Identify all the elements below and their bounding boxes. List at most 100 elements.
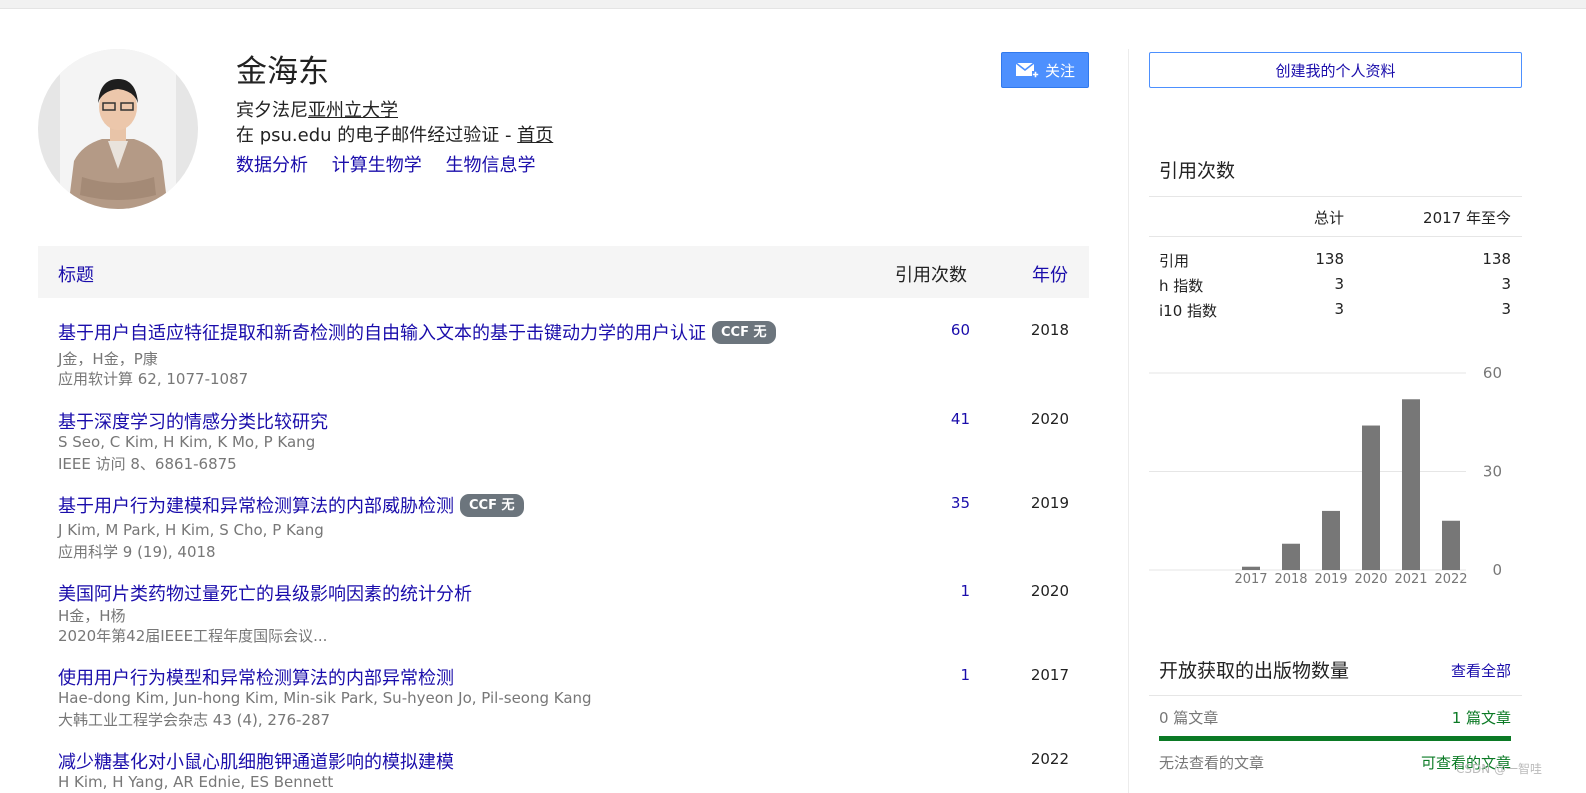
chart-x-tick-label: 2022 (1434, 572, 1467, 587)
publication-venue: 大韩工业工程学会杂志 43 (4), 276-287 (58, 711, 331, 729)
publication-title[interactable]: 基于用户行为建模和异常检测算法的内部威胁检测 (58, 492, 454, 518)
publication-year: 2020 (1030, 410, 1069, 428)
stats-total: 3 (1334, 300, 1344, 318)
stats-since: 3 (1501, 275, 1511, 293)
ccf-badge: CCF 无 (712, 320, 776, 344)
stats-total: 138 (1315, 250, 1344, 268)
chart-bar (1282, 543, 1300, 570)
chart-bar (1322, 510, 1340, 570)
publication-authors: S Seo, C Kim, H Kim, K Mo, P Kang (58, 433, 316, 451)
chart-x-tick-label: 2017 (1234, 572, 1267, 587)
chart-bar (1402, 399, 1420, 570)
follow-button[interactable]: 关注 (1001, 52, 1089, 88)
publication-title-line: 美国阿片类药物过量死亡的县级影响因素的统计分析 (58, 580, 472, 606)
publication-year: 2020 (1030, 582, 1069, 600)
publication-venue: 应用科学 9 (19), 4018 (58, 543, 216, 561)
email-verification: 在 psu.edu 的电子邮件经过验证 - 首页 (236, 121, 553, 147)
interest-link[interactable]: 计算生物学 (332, 155, 422, 176)
watermark: CSDN @一智哇 (1456, 762, 1543, 776)
stats-row: h 指数 3 3 (1159, 275, 1511, 295)
chart-bar (1242, 566, 1260, 570)
publication-authors: Hae-dong Kim, Jun-hong Kim, Min-sik Park… (58, 689, 592, 707)
publication-row: 基于用户自适应特征提取和新奇检测的自由输入文本的基于击键动力学的用户认证 CCF… (38, 319, 1089, 389)
publication-title-line: 减少糖基化对小鼠心肌细胞钾通道影响的模拟建模 (58, 748, 454, 774)
citation-count-link[interactable]: 60 (951, 321, 970, 339)
chart-y-tick-label: 60 (1483, 364, 1502, 382)
interest-link[interactable]: 生物信息学 (445, 155, 535, 176)
research-interests: 数据分析 计算生物学 生物信息学 (236, 151, 553, 177)
affiliation-text: 宾夕法尼 (236, 100, 308, 121)
stats-row: 引用 138 138 (1159, 250, 1511, 270)
divider (1149, 236, 1522, 237)
create-profile-button[interactable]: 创建我的个人资料 (1149, 52, 1522, 88)
stats-header: 总计 2017 年至今 (1159, 207, 1511, 227)
publication-row: 基于深度学习的情感分类比较研究 S Seo, C Kim, H Kim, K M… (38, 408, 1089, 473)
avatar (38, 49, 198, 209)
unavailable-label: 无法查看的文章 (1159, 754, 1265, 772)
sort-by-citations[interactable]: 引用次数 (895, 261, 967, 287)
profile-name: 金海东 (236, 54, 329, 90)
open-access-heading: 开放获取的出版物数量 (1159, 660, 1350, 682)
chart-bar (1362, 425, 1380, 570)
available-count: 1 篇文章 (1451, 709, 1511, 727)
unavailable-count: 0 篇文章 (1159, 709, 1219, 727)
publication-authors: H Kim, H Yang, AR Ednie, ES Bennett (58, 773, 334, 791)
publication-venue: 应用软计算 62, 1077-1087 (58, 370, 249, 388)
citation-count-link[interactable]: 1 (960, 582, 970, 600)
col-since: 2017 年至今 (1423, 209, 1511, 227)
publication-venue: IEEE 访问 8、6861-6875 (58, 455, 237, 473)
publication-year: 2019 (1030, 494, 1069, 512)
publication-title[interactable]: 使用用户行为模型和异常检测算法的内部异常检测 (58, 664, 454, 690)
publication-venue: 2020年第42届IEEE工程年度国际会议... (58, 627, 328, 645)
envelope-plus-icon (1015, 62, 1039, 78)
chart-bar (1442, 520, 1460, 570)
ccf-badge: CCF 无 (460, 493, 524, 517)
affiliation: 宾夕法尼亚州立大学 (236, 96, 398, 122)
homepage-link[interactable]: 首页 (517, 125, 553, 146)
publication-row: 基于用户行为建模和异常检测算法的内部威胁检测 CCF 无 J Kim, M Pa… (38, 492, 1089, 562)
publication-title[interactable]: 减少糖基化对小鼠心肌细胞钾通道影响的模拟建模 (58, 748, 454, 774)
publication-title-line: 基于用户自适应特征提取和新奇检测的自由输入文本的基于击键动力学的用户认证 CCF… (58, 319, 776, 345)
divider (1149, 196, 1522, 197)
sort-by-title[interactable]: 标题 (58, 261, 94, 287)
top-bar (0, 0, 1586, 9)
stats-since: 3 (1501, 300, 1511, 318)
chart-x-tick-label: 2019 (1314, 572, 1347, 587)
publication-authors: J Kim, M Park, H Kim, S Cho, P Kang (58, 521, 324, 539)
chart-x-tick-label: 2018 (1274, 572, 1307, 587)
publication-title-line: 基于深度学习的情感分类比较研究 (58, 408, 328, 434)
citations-heading: 引用次数 (1159, 160, 1236, 182)
email-text: 在 psu.edu 的电子邮件经过验证 - (236, 125, 518, 146)
column-divider (1128, 49, 1129, 793)
chart-x-tick-label: 2020 (1354, 572, 1387, 587)
publication-year: 2022 (1030, 750, 1069, 768)
publication-year: 2018 (1030, 321, 1069, 339)
chart-x-tick-label: 2021 (1394, 572, 1427, 587)
follow-label: 关注 (1044, 61, 1075, 80)
publication-title[interactable]: 基于深度学习的情感分类比较研究 (58, 408, 328, 434)
citation-count-link[interactable]: 1 (960, 666, 970, 684)
avatar-image (60, 49, 176, 209)
publications-header: 标题 引用次数 年份 (38, 246, 1089, 298)
open-access-bar (1159, 736, 1511, 741)
publication-title[interactable]: 基于用户自适应特征提取和新奇检测的自由输入文本的基于击键动力学的用户认证 (58, 319, 706, 345)
citations-bar-chart: 0 30 60 2017 2018 2019 2020 2021 2022 (1149, 364, 1502, 587)
publication-row: 使用用户行为模型和异常检测算法的内部异常检测 Hae-dong Kim, Jun… (38, 664, 1089, 729)
divider (1149, 695, 1522, 696)
chart-y-tick-label: 30 (1483, 463, 1502, 481)
publication-title-line: 基于用户行为建模和异常检测算法的内部威胁检测 CCF 无 (58, 492, 524, 518)
view-all-link[interactable]: 查看全部 (1451, 660, 1511, 681)
col-total: 总计 (1313, 209, 1344, 227)
publication-title-line: 使用用户行为模型和异常检测算法的内部异常检测 (58, 664, 454, 690)
chart-y-tick-label: 0 (1492, 561, 1502, 579)
citation-count-link[interactable]: 41 (951, 410, 970, 428)
citation-count-link[interactable]: 35 (951, 494, 970, 512)
stats-total: 3 (1334, 275, 1344, 293)
sort-by-year[interactable]: 年份 (1032, 261, 1068, 287)
publication-title[interactable]: 美国阿片类药物过量死亡的县级影响因素的统计分析 (58, 580, 472, 606)
stats-since: 138 (1482, 250, 1511, 268)
publication-row: 减少糖基化对小鼠心肌细胞钾通道影响的模拟建模 H Kim, H Yang, AR… (38, 748, 1089, 793)
publication-authors: H金，H杨 (58, 607, 126, 625)
affiliation-link[interactable]: 亚州立大学 (308, 100, 398, 121)
interest-link[interactable]: 数据分析 (236, 155, 308, 176)
